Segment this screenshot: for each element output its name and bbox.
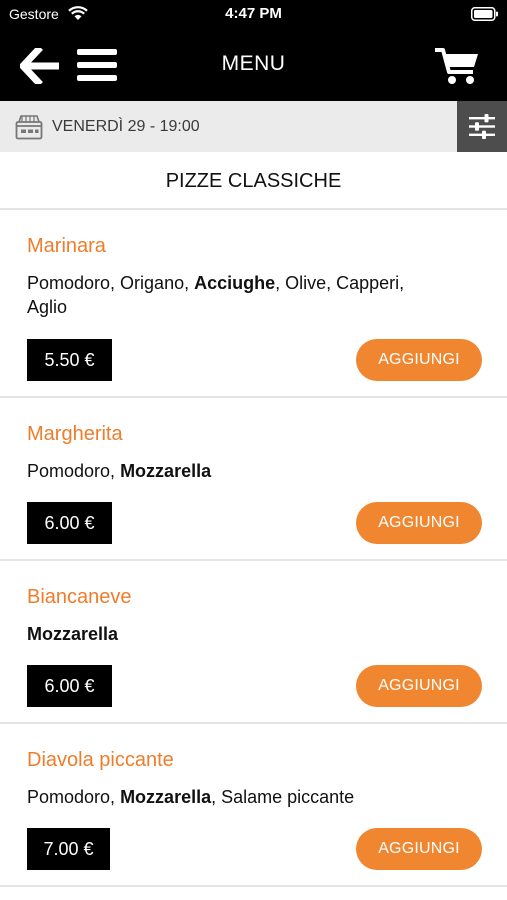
status-time: 4:47 PM xyxy=(225,5,282,22)
date-bar[interactable]: VENERDÌ 29 - 19:00 xyxy=(0,101,457,152)
ingredient-highlight: Acciughe xyxy=(194,273,276,293)
ingredients-text: Pomodoro, xyxy=(27,461,121,481)
cart-icon[interactable] xyxy=(433,46,481,86)
product-ingredients: Pomodoro, Origano, Acciughe, Olive, Capp… xyxy=(27,271,467,319)
product-name: Margherita xyxy=(27,423,123,445)
add-to-cart-button[interactable]: AGGIUNGI xyxy=(356,339,482,381)
product-item: Marinara Pomodoro, Origano, Acciughe, Ol… xyxy=(0,210,507,398)
ingredients-text: , Salame piccante xyxy=(211,787,355,807)
nav-bar: MENU xyxy=(0,28,507,101)
price-tag: 6.00 € xyxy=(27,665,112,707)
add-to-cart-button[interactable]: AGGIUNGI xyxy=(356,828,482,870)
ingredients-line: Aglio xyxy=(27,297,68,317)
product-item: Diavola piccante Pomodoro, Mozzarella, S… xyxy=(0,724,507,887)
sliders-icon xyxy=(469,114,495,139)
product-name: Biancaneve xyxy=(27,586,132,608)
battery-icon xyxy=(471,7,498,21)
add-to-cart-button[interactable]: AGGIUNGI xyxy=(356,502,482,544)
product-ingredients: Mozzarella xyxy=(27,622,467,646)
ingredient-highlight: Mozzarella xyxy=(27,624,119,644)
section-title: PIZZE CLASSICHE xyxy=(165,170,342,192)
product-item: Margherita Pomodoro, Mozzarella 6.00 € A… xyxy=(0,398,507,561)
product-item: Biancaneve Mozzarella 6.00 € AGGIUNGI xyxy=(0,561,507,724)
ingredients-text: Pomodoro, xyxy=(27,787,121,807)
add-to-cart-button[interactable]: AGGIUNGI xyxy=(356,665,482,707)
price-tag: 6.00 € xyxy=(27,502,112,544)
ingredients-text: Pomodoro, Origano, xyxy=(27,273,195,293)
price-tag: 7.00 € xyxy=(27,828,110,870)
section-header: PIZZE CLASSICHE xyxy=(0,152,507,210)
ingredients-text: , Olive, Capperi, xyxy=(275,273,405,293)
date-time-label: VENERDÌ 29 - 19:00 xyxy=(52,118,200,135)
product-ingredients: Pomodoro, Mozzarella, Salame piccante xyxy=(27,785,467,809)
calendar-icon xyxy=(15,115,43,140)
ingredient-highlight: Mozzarella xyxy=(120,461,212,481)
product-name: Marinara xyxy=(27,235,106,257)
product-list: Marinara Pomodoro, Origano, Acciughe, Ol… xyxy=(0,210,507,887)
product-ingredients: Pomodoro, Mozzarella xyxy=(27,459,467,483)
ingredients-line: Pomodoro, Origano, Acciughe, Olive, Capp… xyxy=(27,271,467,295)
ingredient-highlight: Mozzarella xyxy=(120,787,212,807)
filter-button[interactable] xyxy=(457,101,507,152)
page-title: MENU xyxy=(221,52,286,75)
price-tag: 5.50 € xyxy=(27,339,112,381)
status-bar: Gestore 4:47 PM xyxy=(0,0,507,28)
product-name: Diavola piccante xyxy=(27,749,174,771)
